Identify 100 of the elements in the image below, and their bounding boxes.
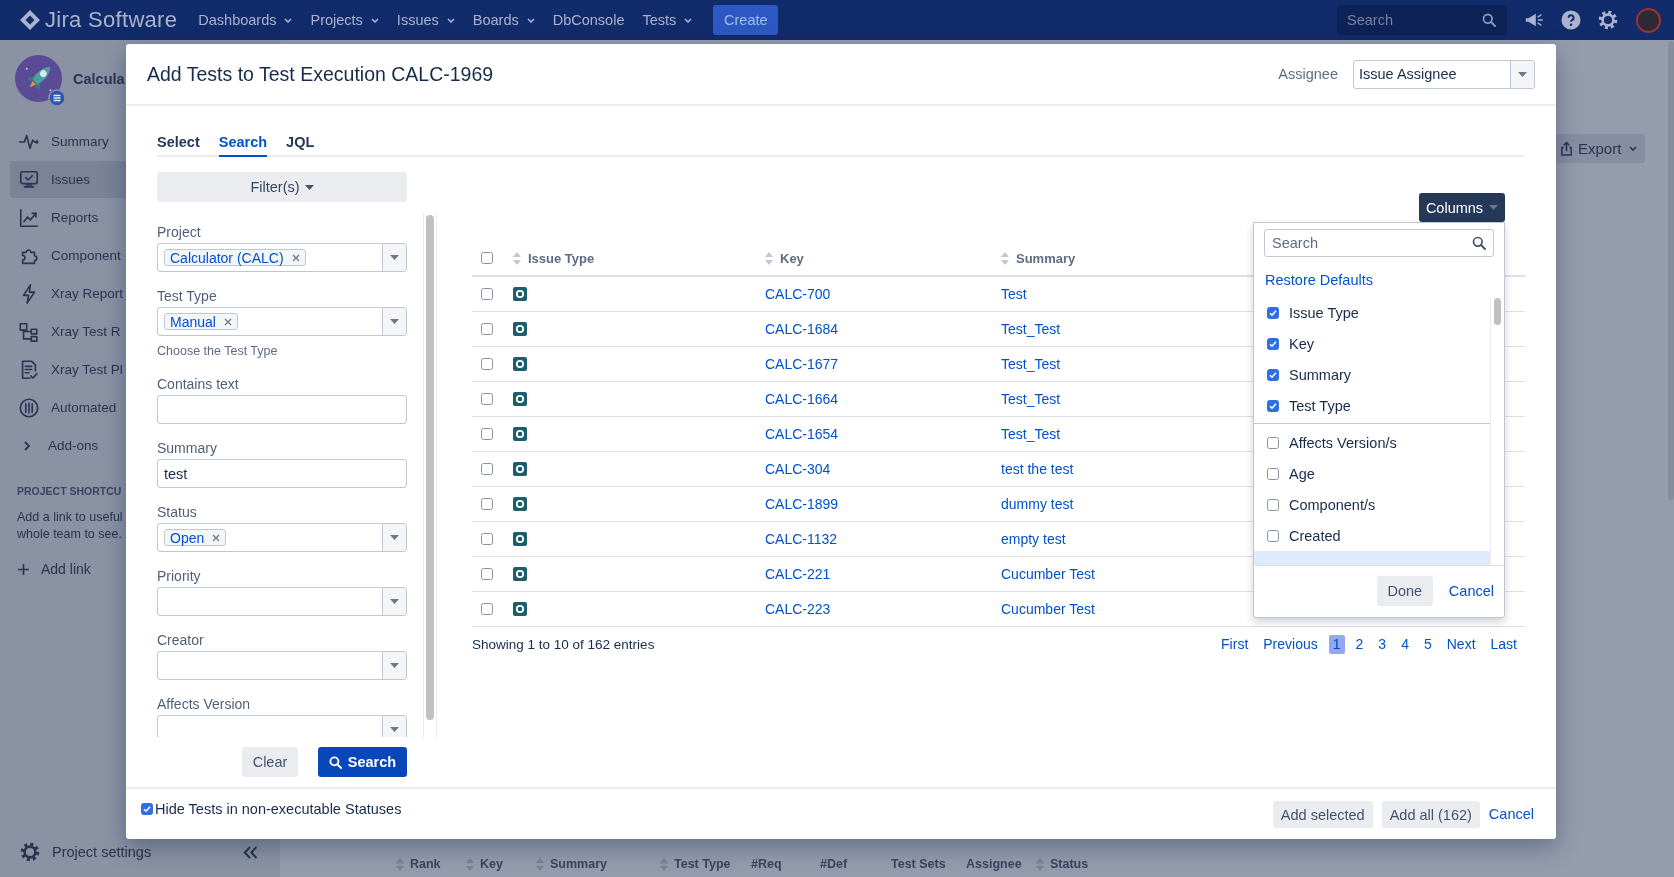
tag-chip[interactable]: Calculator (CALC) bbox=[164, 249, 306, 266]
project-settings-link[interactable]: Project settings bbox=[20, 842, 152, 862]
product-name[interactable]: Jira Software bbox=[45, 7, 178, 33]
column-option[interactable]: Component/s bbox=[1254, 489, 1490, 520]
column-header[interactable]: Summary bbox=[1016, 250, 1076, 266]
footer-button[interactable]: Add selected bbox=[1272, 801, 1373, 828]
pagination-link[interactable]: 4 bbox=[1397, 634, 1413, 654]
checkbox[interactable] bbox=[481, 603, 493, 615]
select-field[interactable]: Open bbox=[157, 523, 407, 552]
search-field[interactable]: Search bbox=[1264, 229, 1494, 257]
issue-key-link[interactable]: CALC-221 bbox=[765, 566, 831, 582]
tab[interactable]: Select bbox=[157, 128, 200, 157]
select-field[interactable] bbox=[157, 587, 407, 616]
filters-button[interactable]: Filter(s) bbox=[157, 172, 407, 202]
dropdown-button[interactable] bbox=[382, 588, 406, 615]
dropdown-button[interactable] bbox=[382, 524, 406, 551]
pagination-link[interactable]: First bbox=[1217, 634, 1253, 654]
search-field[interactable]: Search bbox=[1337, 5, 1507, 35]
checkbox[interactable] bbox=[1267, 368, 1279, 381]
sidebar-item[interactable]: Xray Test Pl bbox=[10, 351, 126, 388]
help-icon[interactable] bbox=[1561, 10, 1581, 30]
footer-button[interactable]: Add all (162) bbox=[1381, 801, 1480, 828]
column-option[interactable]: Age bbox=[1254, 458, 1490, 489]
issue-key-link[interactable]: CALC-700 bbox=[765, 286, 831, 302]
column-option[interactable]: Issue Type bbox=[1254, 297, 1490, 328]
select-field[interactable] bbox=[157, 651, 407, 680]
pagination-link[interactable]: Next bbox=[1442, 634, 1480, 654]
rocket-avatar-icon[interactable] bbox=[15, 55, 62, 102]
checkbox[interactable] bbox=[481, 533, 493, 545]
checkbox[interactable] bbox=[1267, 436, 1279, 449]
sort-icon[interactable] bbox=[765, 251, 773, 265]
issue-key-link[interactable]: CALC-223 bbox=[765, 601, 831, 617]
column-option[interactable]: Summary bbox=[1254, 359, 1490, 390]
sidebar-item[interactable]: Automated bbox=[10, 389, 126, 426]
sidebar-item[interactable]: Xray Report bbox=[10, 275, 126, 312]
dropdown-button[interactable] bbox=[382, 308, 406, 335]
checkbox[interactable] bbox=[481, 288, 493, 300]
issue-key-link[interactable]: CALC-1677 bbox=[765, 356, 839, 372]
issue-summary-link[interactable]: empty test bbox=[1001, 531, 1066, 547]
text-field[interactable]: test bbox=[157, 459, 407, 488]
cancel-link[interactable]: Cancel bbox=[1488, 801, 1534, 828]
column-header[interactable]: Key bbox=[780, 250, 804, 266]
pagination-link[interactable]: 1 bbox=[1328, 634, 1345, 654]
column-option[interactable]: Affects Version/s bbox=[1254, 427, 1490, 458]
nav-menu-item[interactable]: Tests bbox=[633, 0, 702, 40]
search-button[interactable]: Search bbox=[318, 747, 407, 777]
text-field[interactable] bbox=[157, 395, 407, 424]
issue-summary-link[interactable]: Test_Test bbox=[1001, 356, 1061, 372]
issue-key-link[interactable]: CALC-1132 bbox=[765, 531, 838, 547]
nav-menu-item[interactable]: Issues bbox=[387, 0, 464, 40]
avatar-icon[interactable] bbox=[1636, 7, 1661, 33]
select-field[interactable]: Manual bbox=[157, 307, 407, 336]
sidebar-item[interactable]: Reports bbox=[10, 199, 126, 236]
sidebar-item[interactable]: Component bbox=[10, 237, 126, 274]
settings-icon[interactable] bbox=[1598, 10, 1618, 30]
issue-key-link[interactable]: CALC-1664 bbox=[765, 391, 839, 407]
sidebar-item[interactable]: Summary bbox=[10, 123, 126, 160]
issue-summary-link[interactable]: test the test bbox=[1001, 461, 1074, 477]
sort-icon[interactable] bbox=[1001, 251, 1009, 265]
checkbox[interactable] bbox=[481, 393, 493, 405]
checkbox[interactable] bbox=[1267, 529, 1279, 542]
checkbox[interactable] bbox=[1267, 498, 1279, 511]
issue-key-link[interactable]: CALC-304 bbox=[765, 461, 831, 477]
close-icon[interactable] bbox=[291, 253, 300, 262]
columns-button[interactable]: Columns bbox=[1419, 193, 1505, 222]
issue-summary-link[interactable]: Cucumber Test bbox=[1001, 601, 1095, 617]
issue-summary-link[interactable]: Test bbox=[1001, 286, 1027, 302]
close-icon[interactable] bbox=[223, 317, 232, 326]
checkbox[interactable] bbox=[481, 463, 493, 475]
tab[interactable]: Search bbox=[218, 128, 268, 157]
tab[interactable]: JQL bbox=[286, 128, 315, 157]
sort-icon[interactable] bbox=[513, 251, 521, 265]
cancel-link[interactable]: Cancel bbox=[1448, 583, 1494, 599]
restore-defaults-link[interactable]: Restore Defaults bbox=[1265, 271, 1373, 289]
checkbox[interactable] bbox=[481, 252, 493, 264]
select-field[interactable]: Calculator (CALC) bbox=[157, 243, 407, 272]
tag-chip[interactable]: Manual bbox=[164, 313, 238, 330]
nav-menu-item[interactable]: DbConsole bbox=[543, 0, 634, 40]
dropdown-button[interactable] bbox=[1510, 60, 1534, 88]
pagination-link[interactable]: 2 bbox=[1351, 634, 1368, 654]
issue-summary-link[interactable]: Cucumber Test bbox=[1001, 566, 1095, 582]
nav-menu-item[interactable]: Boards bbox=[463, 0, 544, 40]
issue-key-link[interactable]: CALC-1654 bbox=[765, 426, 839, 442]
close-icon[interactable] bbox=[212, 533, 221, 542]
pagination-link[interactable]: 5 bbox=[1419, 634, 1436, 654]
checkbox[interactable] bbox=[1267, 399, 1279, 412]
done-button[interactable]: Done bbox=[1376, 576, 1433, 606]
checkbox[interactable] bbox=[481, 428, 493, 440]
double-chevron-left-icon[interactable] bbox=[243, 845, 258, 859]
nav-menu-item[interactable]: Dashboards bbox=[189, 0, 302, 40]
column-option[interactable]: Test Type bbox=[1254, 390, 1490, 421]
issue-key-link[interactable]: CALC-1684 bbox=[765, 321, 839, 337]
add-link-button[interactable]: Add link bbox=[18, 559, 91, 579]
nav-menu-item[interactable]: Projects bbox=[301, 0, 388, 40]
checkbox[interactable] bbox=[481, 568, 493, 580]
select-field[interactable]: Issue Assignee bbox=[1353, 59, 1535, 89]
issue-summary-link[interactable]: Test_Test bbox=[1001, 391, 1061, 407]
checkbox[interactable] bbox=[481, 498, 493, 510]
checkbox[interactable] bbox=[1267, 467, 1279, 480]
dropdown-button[interactable] bbox=[382, 244, 406, 271]
